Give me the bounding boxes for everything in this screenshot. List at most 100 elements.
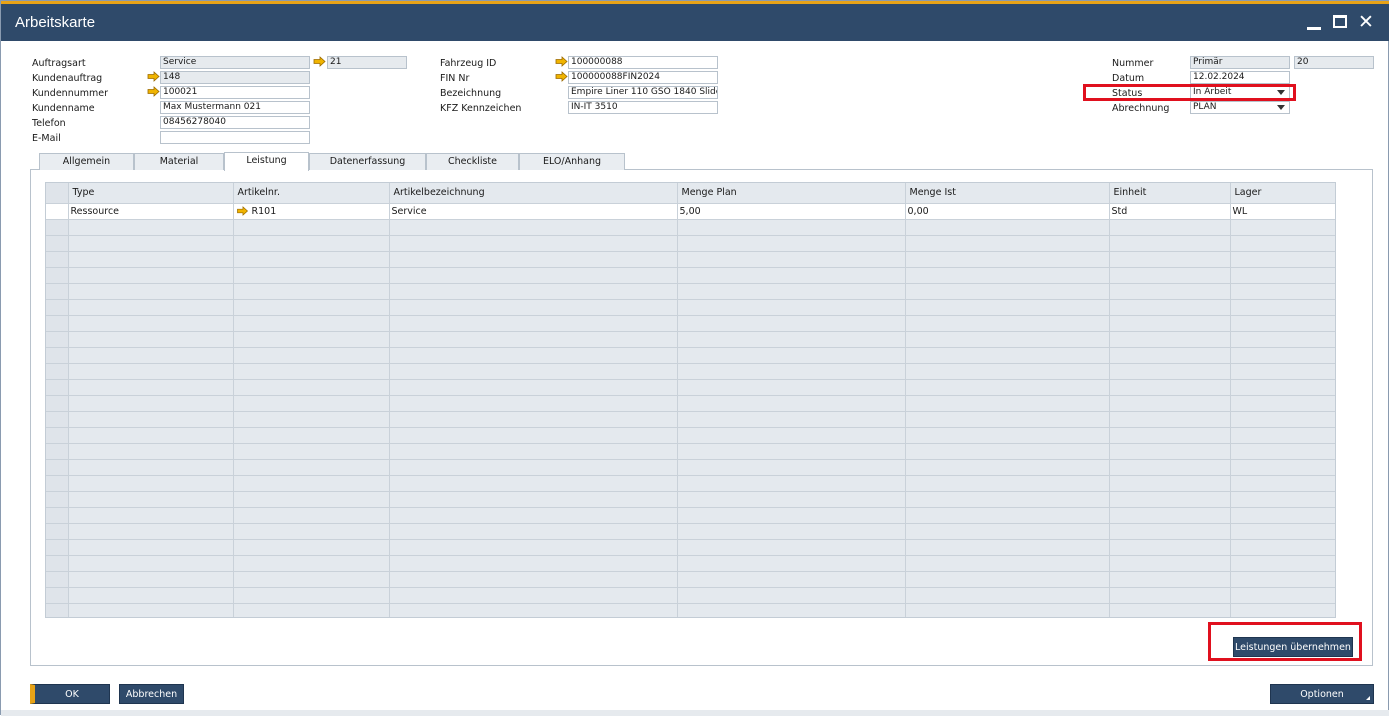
empty-cell[interactable] [677, 331, 906, 348]
empty-cell[interactable] [233, 379, 390, 396]
empty-cell[interactable] [677, 507, 906, 524]
empty-cell[interactable] [905, 267, 1110, 284]
empty-cell[interactable] [233, 603, 390, 617]
bezeichnung-field[interactable]: Empire Liner 110 GSO 1840 Slide- [568, 86, 718, 99]
row-number-cell[interactable] [46, 603, 69, 617]
empty-cell[interactable] [1109, 251, 1231, 268]
empty-cell[interactable] [1230, 427, 1335, 444]
empty-cell[interactable] [1109, 491, 1231, 508]
orange-arrow-icon[interactable] [555, 56, 568, 67]
empty-cell[interactable] [68, 379, 234, 396]
table-row[interactable] [46, 395, 1335, 412]
empty-cell[interactable] [1230, 219, 1335, 236]
row-number-cell[interactable] [46, 219, 69, 236]
empty-cell[interactable] [1230, 251, 1335, 268]
table-row[interactable] [46, 555, 1335, 572]
row-number-cell[interactable] [46, 363, 69, 380]
row-number-cell[interactable] [46, 347, 69, 364]
empty-cell[interactable] [905, 507, 1110, 524]
column-header-einheit[interactable]: Einheit [1109, 183, 1231, 204]
empty-cell[interactable] [1109, 315, 1231, 332]
empty-cell[interactable] [1109, 555, 1231, 572]
empty-cell[interactable] [905, 219, 1110, 236]
telefon-field[interactable]: 08456278040 [160, 116, 310, 129]
table-row[interactable] [46, 459, 1335, 476]
kundenauftrag-field[interactable]: 148 [160, 71, 310, 84]
empty-cell[interactable] [677, 283, 906, 300]
empty-cell[interactable] [68, 267, 234, 284]
empty-cell[interactable] [68, 555, 234, 572]
empty-cell[interactable] [233, 283, 390, 300]
empty-cell[interactable] [677, 219, 906, 236]
empty-cell[interactable] [68, 459, 234, 476]
fahrzeug-id-field[interactable]: 100000088 [568, 56, 718, 69]
empty-cell[interactable] [677, 491, 906, 508]
empty-cell[interactable] [1109, 219, 1231, 236]
empty-cell[interactable] [905, 427, 1110, 444]
empty-cell[interactable] [233, 235, 390, 252]
empty-cell[interactable] [1109, 523, 1231, 540]
empty-cell[interactable] [389, 283, 678, 300]
nummer-field[interactable]: 20 [1294, 56, 1374, 69]
row-number-cell[interactable] [46, 587, 69, 604]
empty-cell[interactable] [1109, 587, 1231, 604]
empty-cell[interactable] [1230, 475, 1335, 492]
datum-field[interactable]: 12.02.2024 [1190, 71, 1290, 84]
row-number-cell[interactable] [46, 235, 69, 252]
empty-cell[interactable] [68, 443, 234, 460]
empty-cell[interactable] [389, 363, 678, 380]
empty-cell[interactable] [905, 539, 1110, 556]
row-number-cell[interactable] [46, 315, 69, 332]
tab-datenerfassung[interactable]: Datenerfassung [309, 153, 426, 170]
orange-arrow-icon[interactable] [236, 206, 249, 216]
empty-cell[interactable] [68, 587, 234, 604]
empty-cell[interactable] [677, 347, 906, 364]
empty-cell[interactable] [68, 395, 234, 412]
empty-cell[interactable] [905, 363, 1110, 380]
empty-cell[interactable] [677, 235, 906, 252]
empty-cell[interactable] [1109, 459, 1231, 476]
row-number-cell[interactable] [46, 475, 69, 492]
table-row[interactable]: Ressource R101 Service 5,00 0,00 Std WL [46, 203, 1335, 220]
empty-cell[interactable] [677, 603, 906, 617]
empty-cell[interactable] [1230, 315, 1335, 332]
empty-cell[interactable] [233, 251, 390, 268]
empty-cell[interactable] [389, 523, 678, 540]
empty-cell[interactable] [677, 459, 906, 476]
column-header-menge-ist[interactable]: Menge Ist [905, 183, 1110, 204]
row-number-cell[interactable] [46, 251, 69, 268]
einheit-cell[interactable]: Std [1109, 203, 1231, 220]
orange-arrow-icon[interactable] [147, 71, 160, 82]
empty-cell[interactable] [1109, 379, 1231, 396]
row-number-cell[interactable] [46, 491, 69, 508]
empty-cell[interactable] [233, 491, 390, 508]
row-number-cell[interactable] [46, 411, 69, 428]
row-number-cell[interactable] [46, 267, 69, 284]
table-row[interactable] [46, 587, 1335, 604]
table-row[interactable] [46, 539, 1335, 556]
empty-cell[interactable] [389, 395, 678, 412]
empty-cell[interactable] [389, 251, 678, 268]
table-row[interactable] [46, 235, 1335, 252]
empty-cell[interactable] [1230, 459, 1335, 476]
row-number-cell[interactable] [46, 523, 69, 540]
empty-cell[interactable] [389, 507, 678, 524]
empty-cell[interactable] [905, 587, 1110, 604]
empty-cell[interactable] [389, 571, 678, 588]
empty-cell[interactable] [68, 571, 234, 588]
row-number-cell[interactable] [46, 539, 69, 556]
lager-cell[interactable]: WL [1230, 203, 1335, 220]
empty-cell[interactable] [1230, 299, 1335, 316]
empty-cell[interactable] [677, 427, 906, 444]
artikelbezeichnung-cell[interactable]: Service [389, 203, 678, 220]
table-row[interactable] [46, 363, 1335, 380]
empty-cell[interactable] [389, 427, 678, 444]
ok-button[interactable]: OK [30, 684, 110, 704]
tab-leistung[interactable]: Leistung [224, 152, 309, 171]
empty-cell[interactable] [1230, 331, 1335, 348]
empty-cell[interactable] [1109, 363, 1231, 380]
status-dropdown[interactable]: In Arbeit [1190, 86, 1290, 99]
row-number-cell[interactable] [46, 283, 69, 300]
empty-cell[interactable] [905, 491, 1110, 508]
empty-cell[interactable] [1109, 507, 1231, 524]
